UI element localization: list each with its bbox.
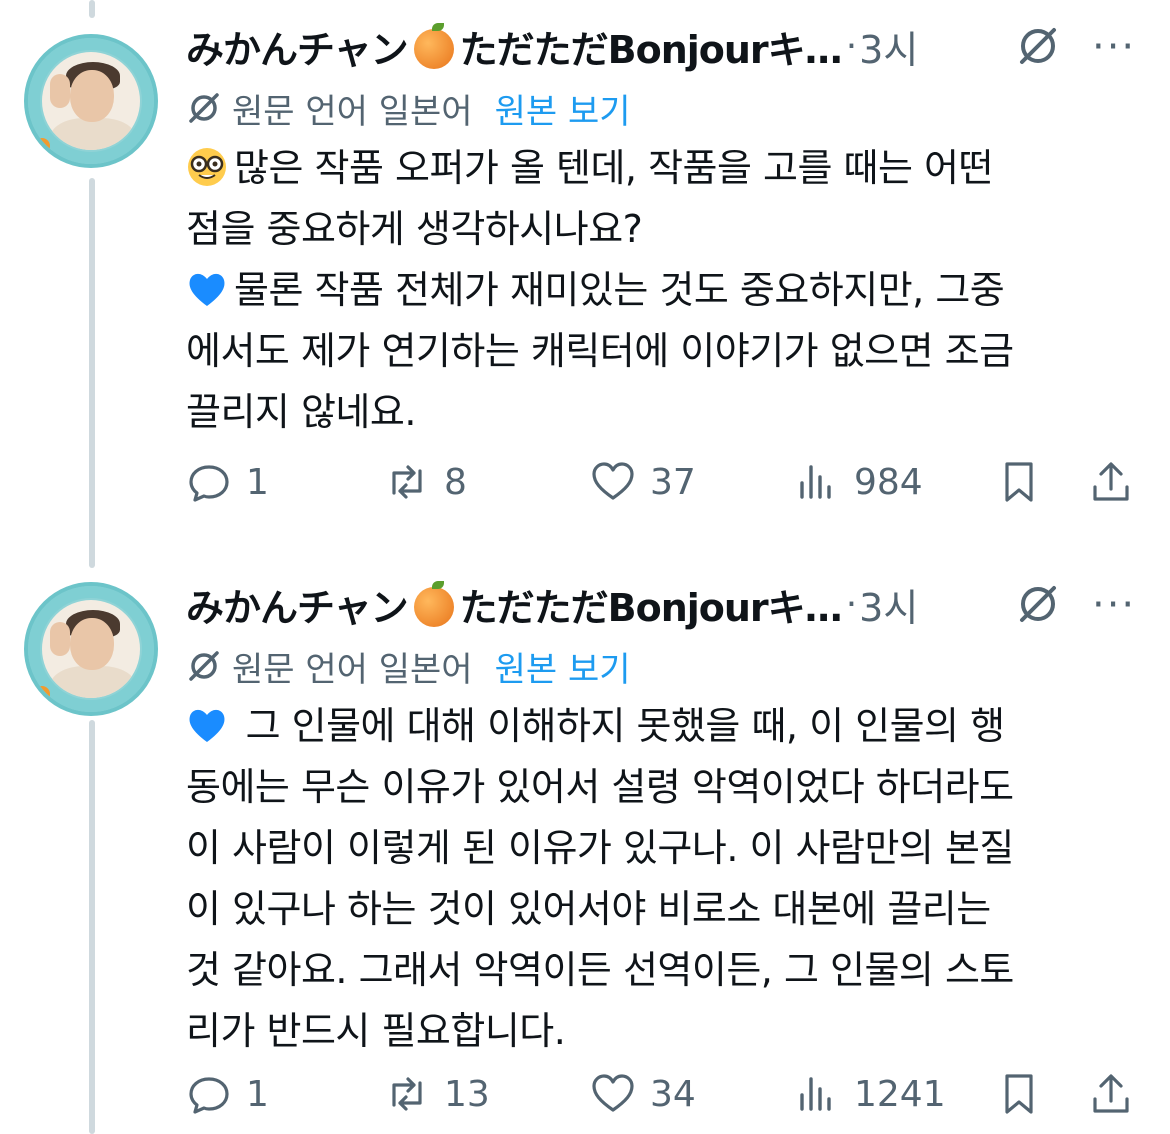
repost-icon [392,465,422,499]
text-line: 많은 작품 오퍼가 올 텐데, 작품을 고를 때는 어떤 [186,138,1136,199]
views-icon [800,1077,831,1111]
timestamp[interactable]: 3시 [859,577,918,632]
text-line: 그 인물에 대해 이해하지 못했을 때, 이 인물의 행 [186,696,1136,757]
bookmark-button[interactable] [996,1064,1042,1124]
like-count: 34 [650,1073,696,1115]
repost-count: 13 [444,1073,490,1115]
translate-icon [189,93,219,123]
avatar[interactable] [24,582,158,716]
like-button[interactable]: 37 [590,452,696,512]
repost-button[interactable]: 8 [384,452,467,512]
views-button[interactable]: 1241 [794,1064,946,1124]
share-button[interactable] [1088,452,1134,512]
source-language-label: 원문 언어 일본어 [232,649,473,690]
tweet[interactable]: みかんチャン ただただBonjourキ… · 3시 ··· 원문 언어 일본어 원… [0,0,1170,540]
text-line: 끌리지 않네요. [186,390,416,434]
text-line: 이 있구나 하는 것이 있어서야 비로소 대본에 끌리는 [186,887,991,931]
text-line: 것 같아요. 그래서 악역이든 선역이든, 그 인물의 스토 [186,948,1014,992]
reply-icon [189,1077,229,1114]
more-options-icon[interactable]: ··· [1092,585,1136,634]
text-line: 점을 중요하게 생각하시나요? [186,207,643,251]
translation-bar: 원문 언어 일본어 원본 보기 [186,84,631,133]
views-button[interactable]: 984 [794,452,923,512]
author-name[interactable]: みかんチャン ただただBonjourキ… [186,19,843,74]
like-count: 37 [650,461,696,503]
reply-count: 1 [246,1073,269,1115]
like-button[interactable]: 34 [590,1064,696,1124]
text-line: 이 사람이 이렇게 된 이유가 있구나. 이 사람만의 본질 [186,826,1014,870]
action-bar: 1 8 37 984 [186,452,1146,512]
repost-icon [392,1077,422,1111]
more-options-icon[interactable]: ··· [1092,27,1136,76]
tangerine-emoji [413,22,454,69]
tangerine-emoji [413,580,454,627]
text-line: 동에는 무슨 이유가 있어서 설령 악역이었다 하더라도 [186,765,1014,809]
view-count: 1241 [854,1073,946,1115]
text-line: 물론 작품 전체가 재미있는 것도 중요하지만, 그중 [186,260,1136,321]
translate-icon [189,651,219,681]
share-icon [1093,462,1129,501]
grok-icon[interactable] [1016,24,1060,68]
action-bar: 1 13 34 1241 [186,1064,1146,1124]
separator-dot: · [845,25,858,67]
show-original-link[interactable]: 원본 보기 [495,84,631,133]
tweet-header: みかんチャン ただただBonjourキ… · 3시 [186,16,918,76]
tweet-header: みかんチャン ただただBonjourキ… · 3시 [186,574,918,634]
translation-bar: 원문 언어 일본어 원본 보기 [186,642,631,691]
heart-icon [592,1074,634,1112]
reply-button[interactable]: 1 [186,452,269,512]
text-line: 리가 반드시 필요합니다. [186,1009,566,1053]
bookmark-button[interactable] [996,452,1042,512]
reply-button[interactable]: 1 [186,1064,269,1124]
view-count: 984 [854,461,923,503]
repost-count: 8 [444,461,467,503]
show-original-link[interactable]: 원본 보기 [495,642,631,691]
timestamp[interactable]: 3시 [859,19,918,74]
repost-button[interactable]: 13 [384,1064,490,1124]
tweet-text: 많은 작품 오퍼가 올 텐데, 작품을 고를 때는 어떤 점을 중요하게 생각하… [186,138,1136,443]
source-language-label: 원문 언어 일본어 [232,91,473,132]
author-name[interactable]: みかんチャン ただただBonjourキ… [186,577,843,632]
separator-dot: · [845,583,858,625]
bookmark-icon [1005,1074,1033,1114]
blue-heart-emoji [189,273,225,306]
heart-icon [592,462,634,500]
share-button[interactable] [1088,1064,1134,1124]
tweet-text: 그 인물에 대해 이해하지 못했을 때, 이 인물의 행 동에는 무슨 이유가 … [186,696,1136,1062]
views-icon [800,465,831,499]
share-icon [1093,1074,1129,1113]
reply-icon [189,465,229,502]
reply-count: 1 [246,461,269,503]
blue-heart-emoji [189,709,225,742]
grok-icon[interactable] [1016,582,1060,626]
bookmark-icon [1005,462,1033,502]
avatar[interactable] [24,34,158,168]
text-line: 에서도 제가 연기하는 캐릭터에 이야기가 없으면 조금 [186,329,1014,373]
tweet[interactable]: みかんチャン ただただBonjourキ… · 3시 ··· 원문 언어 일본어 원… [0,560,1170,1134]
nerd-face-emoji [188,148,226,186]
